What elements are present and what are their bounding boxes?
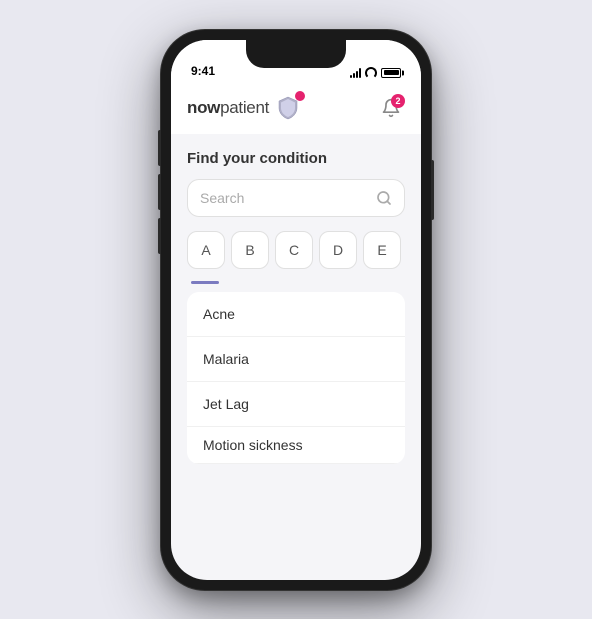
signal-icon	[350, 68, 361, 78]
find-condition-title: Find your condition	[187, 150, 405, 167]
active-tab-indicator	[191, 281, 219, 284]
letter-filter-d[interactable]: D	[319, 231, 357, 269]
notification-bell[interactable]: 2	[377, 94, 405, 122]
wifi-icon	[365, 68, 377, 78]
search-placeholder: Search	[200, 190, 376, 206]
logo-container: nowpatient	[187, 95, 301, 121]
letter-filter-c[interactable]: C	[275, 231, 313, 269]
notification-badge: 2	[391, 94, 405, 108]
logo-bold: now	[187, 98, 220, 117]
letter-filter-e[interactable]: E	[363, 231, 401, 269]
app-header: nowpatient 2	[171, 84, 421, 134]
status-bar: 9:41	[171, 40, 421, 84]
search-icon	[376, 190, 392, 206]
logo-normal: patient	[220, 98, 269, 117]
letter-filters: A B C D E	[187, 231, 405, 269]
search-bar[interactable]: Search	[187, 179, 405, 217]
condition-list: Acne Malaria Jet Lag Motion sickness	[187, 292, 405, 464]
notch	[246, 40, 346, 68]
battery-fill	[384, 70, 399, 75]
logo-text: nowpatient	[187, 98, 269, 118]
condition-item-malaria[interactable]: Malaria	[187, 337, 405, 382]
condition-item-acne[interactable]: Acne	[187, 292, 405, 337]
logo-pink-dot	[295, 91, 305, 101]
letter-filter-b[interactable]: B	[231, 231, 269, 269]
condition-item-motionsickness[interactable]: Motion sickness	[187, 427, 405, 464]
phone-screen: 9:41 nowpatient	[171, 40, 421, 580]
battery-icon	[381, 68, 401, 78]
condition-item-jetlag[interactable]: Jet Lag	[187, 382, 405, 427]
phone-frame: 9:41 nowpatient	[161, 30, 431, 590]
app-content: Find your condition Search A B C D E	[171, 134, 421, 480]
status-icons	[350, 68, 401, 78]
letter-filter-a[interactable]: A	[187, 231, 225, 269]
logo-shield	[275, 95, 301, 121]
status-time: 9:41	[191, 64, 215, 78]
